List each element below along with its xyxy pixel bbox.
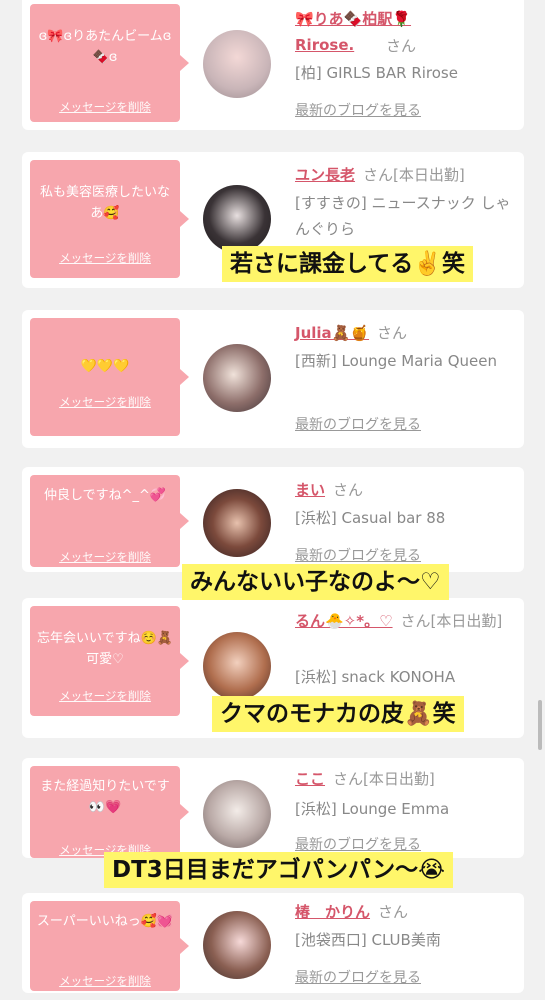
honorific: さん xyxy=(377,324,408,342)
message-card: 仲良しですね^_^💞 メッセージを削除 まい さん [浜松] Casual bar… xyxy=(22,467,524,572)
delete-message-link[interactable]: メッセージを削除 xyxy=(30,250,180,266)
blog-link[interactable]: 最新のブログを見る xyxy=(295,834,421,854)
cast-name-link[interactable]: るん🐣✧*。♡ xyxy=(295,612,393,630)
message-bubble: また経過知りたいです👀💗 メッセージを削除 xyxy=(30,766,189,858)
blog-link[interactable]: 最新のブログを見る xyxy=(295,545,421,565)
honorific: さん xyxy=(386,37,417,55)
message-text: 💛💛💛 xyxy=(80,359,130,374)
delete-message-link[interactable]: メッセージを削除 xyxy=(30,688,180,704)
message-text: 仲良しですね^_^💞 xyxy=(43,488,167,503)
delete-message-link[interactable]: メッセージを削除 xyxy=(30,973,180,989)
name-line: 椿 かりん さん xyxy=(295,901,408,922)
delete-message-link[interactable]: メッセージを削除 xyxy=(30,99,180,115)
name-line: るん🐣✧*。♡ さん[本日出勤] xyxy=(295,608,520,634)
message-card: また経過知りたいです👀💗 メッセージを削除 ここ さん[本日出勤] [浜松] Lo… xyxy=(22,758,524,858)
message-text: スーパーいいねっ🥰💓 xyxy=(36,914,174,929)
shop-name: [浜松] Lounge Emma xyxy=(295,800,450,818)
overlay-caption: みんないい子なのよ〜♡ xyxy=(182,564,449,600)
avatar[interactable] xyxy=(203,30,271,98)
name-line: Julia🧸🍯 さん xyxy=(295,322,407,343)
honorific: さん xyxy=(333,481,364,499)
name-line: まい さん xyxy=(295,479,363,500)
shop-name: [浜松] Casual bar 88 xyxy=(295,509,446,527)
message-bubble: 私も美容医療したいなあ🥰 メッセージを削除 xyxy=(30,160,189,278)
message-card: ɞ🎀ɞりあたんビームɞ🍫ɞ メッセージを削除 🎀りあ🍫柏駅🌹 Rirose. さ… xyxy=(22,0,524,130)
shop-name: [浜松] snack KONOHA xyxy=(295,668,456,686)
message-card: 💛💛💛 メッセージを削除 Julia🧸🍯 さん [西新] Lounge Maria… xyxy=(22,310,524,448)
cast-name-link[interactable]: 椿 かりん xyxy=(295,903,370,921)
honorific: さん[本日出勤] xyxy=(400,612,503,630)
overlay-caption: クマのモナカの皮🧸笑 xyxy=(212,696,464,732)
cast-name-link[interactable]: ここ xyxy=(295,770,325,788)
scrollbar[interactable] xyxy=(538,700,542,750)
honorific: さん[本日出勤] xyxy=(363,166,465,184)
message-bubble: 仲良しですね^_^💞 メッセージを削除 xyxy=(30,475,189,567)
avatar[interactable] xyxy=(203,489,271,557)
shop-name: [柏] GIRLS BAR Rirose xyxy=(295,64,458,82)
overlay-caption: DT3日目まだアゴパンパン〜😭 xyxy=(104,852,453,888)
message-text: 私も美容医療したいなあ🥰 xyxy=(39,185,170,221)
message-text: また経過知りたいです👀💗 xyxy=(40,779,170,815)
avatar[interactable] xyxy=(203,911,271,979)
message-bubble: 忘年会いいですね☺️🧸可愛♡ メッセージを削除 xyxy=(30,606,189,716)
blog-link[interactable]: 最新のブログを見る xyxy=(295,100,421,120)
delete-message-link[interactable]: メッセージを削除 xyxy=(30,549,180,565)
cast-name-link[interactable]: Julia🧸🍯 xyxy=(295,324,369,342)
shop-name: [すすきの] ニュースナック しゃんぐりら xyxy=(295,194,511,238)
shop-name: [西新] Lounge Maria Queen xyxy=(295,352,497,370)
message-bubble: ɞ🎀ɞりあたんビームɞ🍫ɞ メッセージを削除 xyxy=(30,4,189,122)
avatar[interactable] xyxy=(203,185,271,253)
message-text: 忘年会いいですね☺️🧸可愛♡ xyxy=(37,631,173,667)
honorific: さん xyxy=(378,903,409,921)
blog-link[interactable]: 最新のブログを見る xyxy=(295,414,421,434)
message-card: スーパーいいねっ🥰💓 メッセージを削除 椿 かりん さん [池袋西口] CLUB美… xyxy=(22,893,524,993)
cast-name-link[interactable]: まい xyxy=(295,481,325,499)
avatar[interactable] xyxy=(203,780,271,848)
overlay-caption: 若さに課金してる✌️笑 xyxy=(222,246,473,282)
avatar[interactable] xyxy=(203,632,271,700)
name-line: ユン長老 さん[本日出勤] xyxy=(295,164,465,185)
name-line: ここ さん[本日出勤] xyxy=(295,768,435,789)
name-line: 🎀りあ🍫柏駅🌹 Rirose. xyxy=(295,6,455,58)
delete-message-link[interactable]: メッセージを削除 xyxy=(30,394,180,410)
honorific: さん[本日出勤] xyxy=(333,770,435,788)
message-bubble: 💛💛💛 メッセージを削除 xyxy=(30,318,189,436)
avatar[interactable] xyxy=(203,344,271,412)
cast-name-link[interactable]: ユン長老 xyxy=(295,166,355,184)
message-bubble: スーパーいいねっ🥰💓 メッセージを削除 xyxy=(30,901,189,991)
blog-link[interactable]: 最新のブログを見る xyxy=(295,967,421,987)
shop-name: [池袋西口] CLUB美南 xyxy=(295,931,441,949)
cast-name-link[interactable]: 🎀りあ🍫柏駅🌹 Rirose. xyxy=(295,6,455,58)
message-text: ɞ🎀ɞりあたんビームɞ🍫ɞ xyxy=(38,29,172,65)
